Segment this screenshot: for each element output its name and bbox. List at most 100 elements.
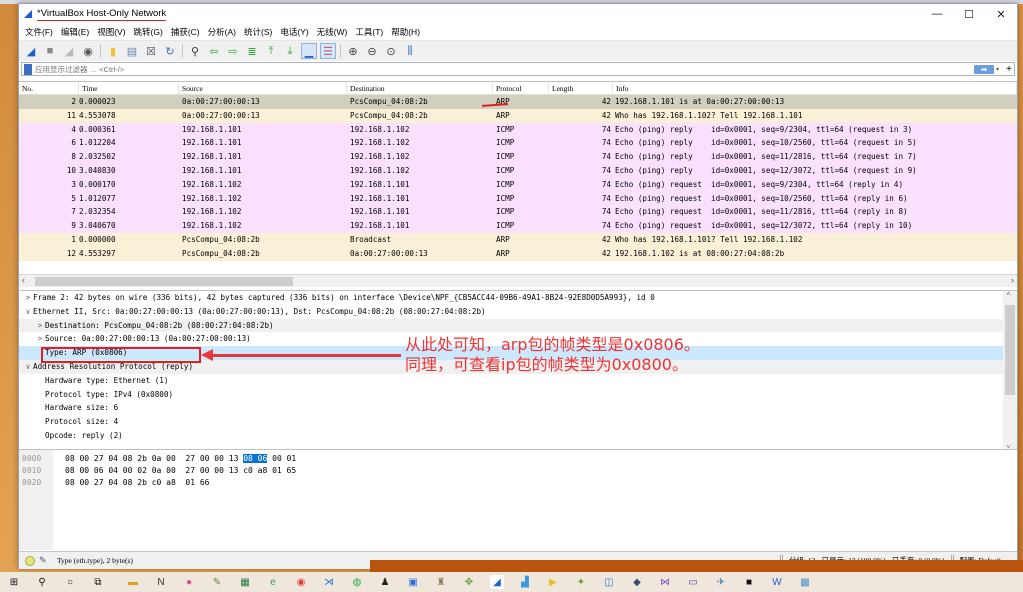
- cmd-icon[interactable]: ■: [742, 575, 756, 589]
- packet-row[interactable]: 11 4.553078 0a:00:27:00:00:13 PcsCompu_04:0…: [19, 108, 1017, 123]
- collapsed-icon[interactable]: >: [35, 332, 45, 346]
- maximize-button[interactable]: ☐: [953, 4, 985, 24]
- column-header-protocol[interactable]: Protocol: [493, 82, 549, 94]
- start-icon[interactable]: ⊞: [7, 575, 21, 589]
- app2-icon[interactable]: ▟: [518, 575, 532, 589]
- packet-row[interactable]: 12 4.553297 PcsCompu_04:08:2b 0a:00:27:00:0…: [19, 246, 1017, 261]
- zoom-in-icon[interactable]: ⊕: [345, 43, 361, 59]
- start-capture-icon[interactable]: ◢: [23, 43, 39, 59]
- app4-icon[interactable]: ◫: [602, 575, 616, 589]
- capture-comment-icon[interactable]: ✎: [39, 555, 51, 566]
- chrome-icon[interactable]: ◉: [294, 575, 308, 589]
- scroll-down-icon[interactable]: ⌄: [1006, 440, 1011, 449]
- column-header-destination[interactable]: Destination: [347, 82, 493, 94]
- find-packet-icon[interactable]: ⚲: [187, 43, 203, 59]
- scroll-up-icon[interactable]: ⌃: [1006, 291, 1011, 300]
- packet-row[interactable]: 2 0.000023 0a:00:27:00:00:13 PcsCompu_04:08…: [19, 95, 1017, 109]
- reload-file-icon[interactable]: ↻: [162, 43, 178, 59]
- column-header-time[interactable]: Time: [79, 82, 179, 94]
- menu-item[interactable]: 捕获(C): [169, 26, 206, 38]
- collapsed-icon[interactable]: >: [23, 291, 33, 305]
- menu-item[interactable]: 视图(V): [95, 26, 131, 38]
- packet-list-hscrollbar[interactable]: ‹ ›: [19, 274, 1017, 287]
- excel-icon[interactable]: ▦: [238, 575, 252, 589]
- app7-icon[interactable]: ▩: [798, 575, 812, 589]
- detail-row[interactable]: > Destination: PcsCompu_04:08:2b (08:00:2…: [19, 318, 1017, 333]
- apply-filter-button[interactable]: ➡: [974, 64, 994, 74]
- hscroll-thumb[interactable]: [35, 277, 293, 286]
- packet-row[interactable]: 4 0.000361 192.168.1.101 192.168.1.102 ICMP 7…: [19, 122, 1017, 137]
- file-explorer-icon[interactable]: ▬: [126, 575, 140, 589]
- cortana-icon[interactable]: ○: [63, 575, 77, 589]
- ie-icon[interactable]: e: [266, 575, 280, 589]
- detail-row[interactable]: ∨ Ethernet II, Src: 0a:00:27:00:00:13 (0a…: [19, 305, 1017, 319]
- menu-item[interactable]: 无线(W): [315, 26, 354, 38]
- go-forward-icon[interactable]: ⇨: [225, 43, 241, 59]
- close-button[interactable]: ✕: [985, 4, 1017, 24]
- app5-icon[interactable]: ◆: [630, 575, 644, 589]
- go-last-icon[interactable]: ⤓: [282, 43, 298, 59]
- wechat-icon[interactable]: ◍: [350, 575, 364, 589]
- scroll-left-icon[interactable]: ‹: [22, 275, 25, 285]
- paint-icon[interactable]: ●: [182, 575, 196, 589]
- menu-item[interactable]: 统计(S): [242, 26, 278, 38]
- menu-item[interactable]: 电话(Y): [278, 26, 314, 38]
- packet-row[interactable]: 5 1.012077 192.168.1.102 192.168.1.101 ICMP 7…: [19, 191, 1017, 206]
- column-header-length[interactable]: Length: [549, 82, 613, 94]
- vbox-icon[interactable]: ▣: [406, 575, 420, 589]
- column-header-source[interactable]: Source: [179, 82, 347, 94]
- search-icon[interactable]: ⚲: [35, 575, 49, 589]
- terminal-icon[interactable]: ▭: [686, 575, 700, 589]
- go-to-packet-icon[interactable]: ≣: [244, 43, 260, 59]
- stop-capture-icon[interactable]: ■: [42, 43, 58, 59]
- app3-icon[interactable]: ✦: [574, 575, 588, 589]
- notepad-icon[interactable]: ✎: [210, 575, 224, 589]
- detail-row[interactable]: Protocol size: 4: [19, 415, 1017, 429]
- display-filter-input[interactable]: [35, 64, 974, 74]
- tool-icon[interactable]: ♜: [434, 575, 448, 589]
- expanded-icon[interactable]: ∨: [23, 305, 33, 319]
- filter-bookmark-icon[interactable]: [24, 63, 32, 75]
- go-back-icon[interactable]: ⇦: [206, 43, 222, 59]
- word-icon[interactable]: W: [770, 575, 784, 589]
- notion-icon[interactable]: N: [154, 575, 168, 589]
- app6-icon[interactable]: ✈: [714, 575, 728, 589]
- bytes-row[interactable]: 0000 08 00 27 04 08 2b 0a 00 27 00 00 13 …: [19, 453, 1017, 465]
- packet-row[interactable]: 7 2.032354 192.168.1.102 192.168.1.101 ICMP 7…: [19, 205, 1017, 220]
- menu-item[interactable]: 文件(F): [23, 26, 59, 38]
- app-icon[interactable]: ✥: [462, 575, 476, 589]
- bytes-row[interactable]: 0010 08 00 06 04 00 02 0a 00 27 00 00 13 …: [19, 465, 1017, 477]
- expert-info-led-icon[interactable]: [25, 555, 35, 566]
- qq-icon[interactable]: ♟: [378, 575, 392, 589]
- details-vscrollbar[interactable]: ⌃ ⌄: [1003, 291, 1017, 449]
- detail-row[interactable]: Hardware type: Ethernet (1): [19, 374, 1017, 388]
- column-header-info[interactable]: Info: [613, 82, 1017, 94]
- menu-item[interactable]: 帮助(H): [389, 26, 426, 38]
- minimize-button[interactable]: —: [921, 4, 953, 24]
- resize-columns-icon[interactable]: ⫼: [402, 43, 418, 59]
- menu-item[interactable]: 分析(A): [206, 26, 242, 38]
- open-file-icon[interactable]: ▮: [105, 43, 121, 59]
- task-view-icon[interactable]: ⧉: [91, 575, 105, 589]
- packet-row[interactable]: 10 3.040830 192.168.1.101 192.168.1.102 ICMP…: [19, 163, 1017, 178]
- packet-row[interactable]: 8 2.032502 192.168.1.101 192.168.1.102 ICMP 7…: [19, 150, 1017, 164]
- expanded-icon[interactable]: ∨: [23, 360, 33, 374]
- filter-dropdown-button[interactable]: ▾: [996, 66, 1004, 73]
- capture-options-icon[interactable]: ◉: [80, 43, 96, 59]
- restart-capture-icon[interactable]: ◢: [61, 43, 77, 59]
- menu-item[interactable]: 工具(T): [353, 26, 389, 38]
- menu-item[interactable]: 跳转(G): [132, 26, 169, 38]
- detail-row[interactable]: > Frame 2: 42 bytes on wire (336 bits), 4…: [19, 291, 1017, 305]
- packet-row[interactable]: 9 3.040670 192.168.1.102 192.168.1.101 ICMP 7…: [19, 219, 1017, 233]
- zoom-normal-icon[interactable]: ⊙: [383, 43, 399, 59]
- detail-row[interactable]: Opcode: reply (2): [19, 429, 1017, 443]
- bytes-row[interactable]: 0020 08 00 27 04 08 2b c0 a8 01 66: [19, 477, 1017, 489]
- colorize-icon[interactable]: ☰: [320, 43, 336, 59]
- scroll-right-icon[interactable]: ›: [1011, 275, 1014, 285]
- close-file-icon[interactable]: ☒: [143, 43, 159, 59]
- detail-row[interactable]: Protocol type: IPv4 (0x0800): [19, 388, 1017, 402]
- vscroll-thumb[interactable]: [1005, 305, 1015, 395]
- vscode-icon[interactable]: ⋊: [322, 575, 336, 589]
- go-first-icon[interactable]: ⤒: [263, 43, 279, 59]
- packet-row[interactable]: 6 1.012204 192.168.1.101 192.168.1.102 ICMP 7…: [19, 136, 1017, 151]
